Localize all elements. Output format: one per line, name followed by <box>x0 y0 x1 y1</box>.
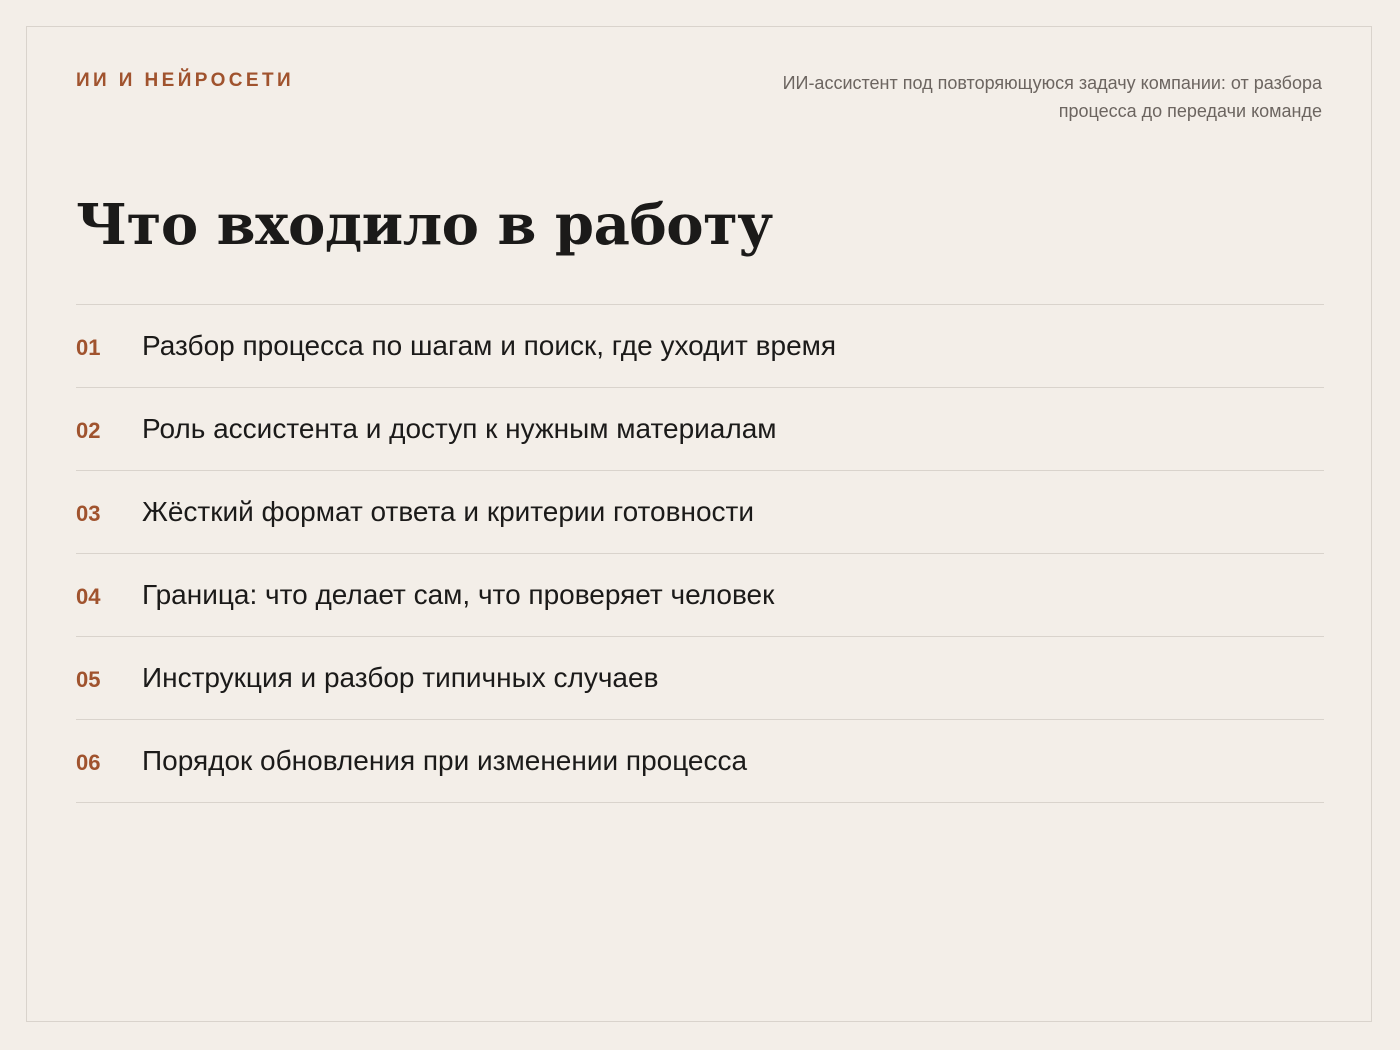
item-number: 03 <box>76 501 101 526</box>
item-text: Разбор процесса по шагам и поиск, где ух… <box>142 330 837 361</box>
item-text: Жёсткий формат ответа и критерии готовно… <box>142 496 755 527</box>
category-label: ИИ И НЕЙРОСЕТИ <box>76 70 295 91</box>
list-item: 01 Разбор процесса по шагам и поиск, где… <box>76 305 1324 388</box>
list-item: 06 Порядок обновления при изменении проц… <box>76 720 1324 803</box>
item-number: 05 <box>76 667 101 692</box>
item-number: 01 <box>76 335 101 360</box>
slide-title: Что входило в работу <box>76 192 773 258</box>
slide-subtitle: ИИ-ассистент под повторяющуюся задачу ко… <box>782 73 1322 121</box>
item-text: Порядок обновления при изменении процесс… <box>142 745 748 776</box>
list-item: 05 Инструкция и разбор типичных случаев <box>76 637 1324 720</box>
item-text: Граница: что делает сам, что проверяет ч… <box>142 579 775 610</box>
work-items-list: 01 Разбор процесса по шагам и поиск, где… <box>76 304 1324 803</box>
list-item: 04 Граница: что делает сам, что проверяе… <box>76 554 1324 637</box>
slide: ИИ И НЕЙРОСЕТИ ИИ-ассистент под повторяю… <box>26 26 1372 1022</box>
list-item: 02 Роль ассистента и доступ к нужным мат… <box>76 388 1324 471</box>
item-text: Инструкция и разбор типичных случаев <box>142 662 659 693</box>
item-number: 06 <box>76 750 101 775</box>
list-item: 03 Жёсткий формат ответа и критерии гото… <box>76 471 1324 554</box>
item-text: Роль ассистента и доступ к нужным матери… <box>142 413 777 444</box>
item-number: 02 <box>76 418 101 443</box>
item-number: 04 <box>76 584 101 609</box>
